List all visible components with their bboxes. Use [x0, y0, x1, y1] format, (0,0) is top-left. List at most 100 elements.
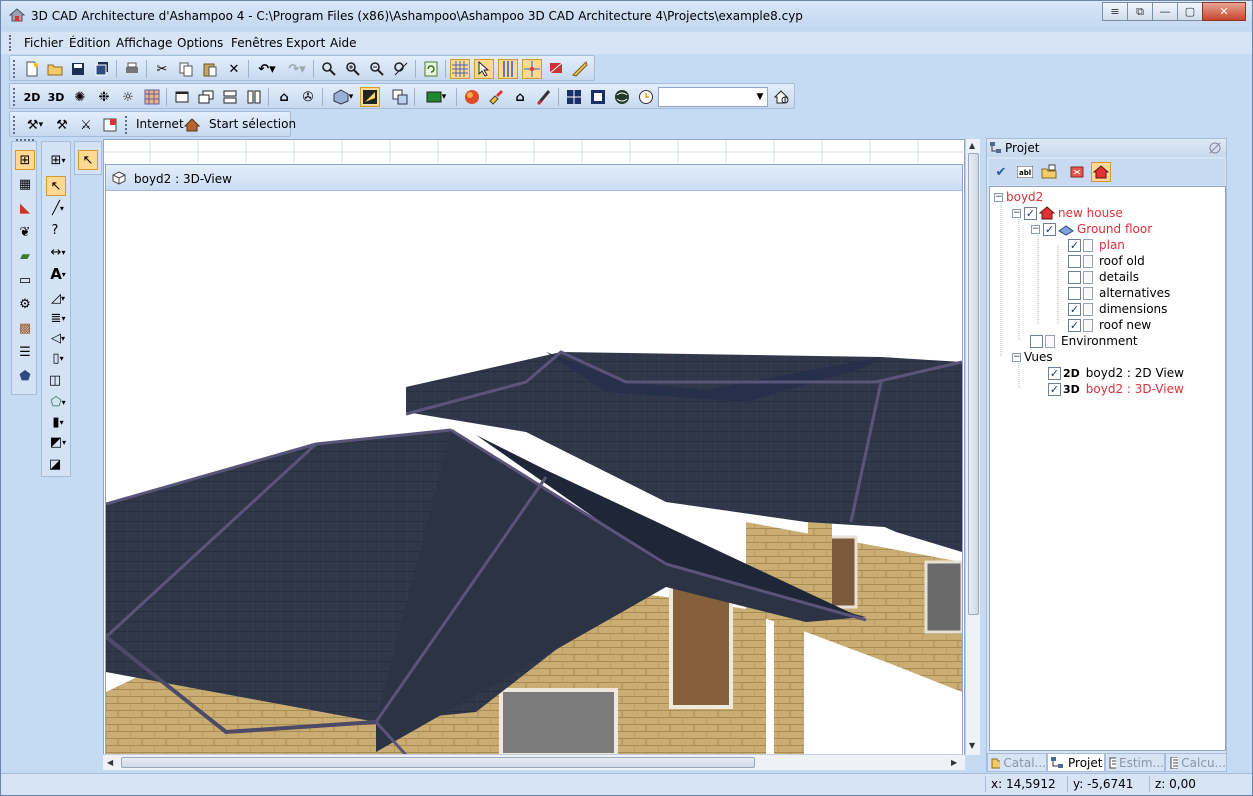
vertical-scroll-thumb[interactable] [968, 153, 979, 615]
menu-options[interactable]: Options [177, 36, 223, 50]
environment-checkbox[interactable] [1030, 334, 1043, 348]
layer-checkbox[interactable]: ✓ [1068, 318, 1081, 332]
cube-view-dropdown[interactable]: ▾ [328, 87, 358, 107]
tree-layer[interactable]: details [1068, 269, 1139, 285]
pointer-icon[interactable]: ↖ [78, 150, 98, 170]
help-caption-button[interactable]: ≡ [1102, 2, 1128, 21]
delete-icon[interactable]: ✕ [224, 59, 244, 79]
menu-export[interactable]: Export [286, 36, 325, 50]
folder-new-icon[interactable] [1039, 162, 1059, 182]
view-2d-button[interactable]: 2D [22, 87, 42, 107]
zoom-icon[interactable] [319, 59, 339, 79]
measure-icon[interactable] [570, 59, 590, 79]
frame-icon[interactable] [588, 87, 608, 107]
menu-affichage[interactable]: Affichage [116, 36, 172, 50]
snap-points-icon[interactable] [522, 59, 542, 79]
cross-section-icon[interactable] [564, 87, 584, 107]
new-file-icon[interactable] [22, 59, 42, 79]
tree-layer[interactable]: alternatives [1068, 285, 1170, 301]
chevron-down-icon[interactable]: ▼ [753, 88, 767, 106]
brick-wall-icon[interactable]: ▦ [15, 174, 35, 194]
material-ball-icon[interactable] [462, 87, 482, 107]
undo-icon[interactable]: ↶▾ [254, 59, 280, 79]
3d-viewport[interactable] [106, 192, 962, 755]
menu-edition[interactable]: Édition [69, 36, 111, 50]
maximize-button[interactable]: ▢ [1177, 2, 1203, 21]
menu-aide[interactable]: Aide [330, 36, 357, 50]
tab-project[interactable]: Projet [1047, 753, 1105, 772]
wall-dropdown[interactable]: ⊞ ▾ [45, 150, 71, 170]
view-3d-caption[interactable]: boyd2 : 3D-View [106, 165, 962, 191]
tab-estimate[interactable]: Estim... [1105, 753, 1165, 772]
layer-checkbox[interactable]: ✓ [1068, 238, 1081, 252]
layer-checkbox[interactable] [1068, 254, 1081, 268]
render-camera-icon[interactable]: ❉ [94, 87, 114, 107]
material-icon[interactable]: ▩ [15, 318, 35, 338]
scroll-right-icon[interactable]: ▶ [951, 758, 957, 767]
light-icon[interactable]: ☼ [118, 87, 138, 107]
line-tool-dropdown[interactable]: ╱ ▾ [45, 198, 71, 218]
door-dropdown[interactable]: ▮ ▾ [45, 412, 71, 432]
tree-icon[interactable]: ❦ [15, 222, 35, 242]
stairs-dropdown[interactable]: ≣ ▾ [45, 308, 71, 328]
collapse-icon[interactable]: − [994, 192, 1003, 202]
corner-icon[interactable]: ◣ [15, 198, 35, 218]
house-checkbox[interactable]: ✓ [1024, 206, 1037, 220]
window-tile-h-icon[interactable] [220, 87, 240, 107]
wall-tool-icon[interactable]: ⊞ [15, 150, 35, 170]
house-search-icon[interactable] [772, 87, 792, 107]
tab-calculation[interactable]: Calcu... [1165, 753, 1227, 772]
layer-checkbox[interactable]: ✓ [1068, 302, 1081, 316]
shield-icon[interactable]: ⬟ [15, 366, 35, 386]
collapse-icon[interactable]: − [1012, 352, 1021, 362]
list-icon[interactable]: ☰ [15, 342, 35, 362]
menu-fenetres[interactable]: Fenêtres [231, 36, 283, 50]
layers-view-icon[interactable] [390, 87, 410, 107]
internet-link[interactable]: Internet [136, 117, 184, 131]
print-icon[interactable] [122, 59, 142, 79]
floor-checkbox[interactable]: ✓ [1043, 222, 1056, 236]
tree-floor[interactable]: − ✓ Ground floor [1031, 221, 1152, 237]
snap-lines-icon[interactable] [498, 59, 518, 79]
house-lock-icon[interactable]: ⌂ [510, 87, 530, 107]
collapse-icon[interactable]: − [1012, 208, 1021, 218]
tree-view-2d[interactable]: ✓ 2D boyd2 : 2D View [1048, 365, 1184, 381]
redo-icon[interactable]: ↷▾ [284, 59, 310, 79]
window-single-icon[interactable] [172, 87, 192, 107]
house-icon[interactable] [182, 115, 202, 135]
beam-dropdown[interactable]: ◁ ▾ [45, 328, 71, 348]
tree-environment[interactable]: Environment [1030, 333, 1138, 349]
start-selection-button[interactable]: Start sélection [209, 117, 296, 131]
scroll-up-icon[interactable]: ▲ [969, 141, 975, 150]
dimension-dropdown[interactable]: ↔ ▾ [45, 242, 71, 262]
hammer-icon[interactable]: ⚒ [52, 115, 72, 135]
tree-layer[interactable]: ✓ dimensions [1068, 301, 1167, 317]
landscape-icon[interactable]: ▰ [15, 246, 35, 266]
restore-child-button[interactable]: ⧉ [1127, 2, 1153, 21]
select-arrow-icon[interactable]: ↖ [46, 176, 66, 196]
globe-icon[interactable] [612, 87, 632, 107]
menu-fichier[interactable]: Fichier [24, 36, 63, 50]
toolbar-grip[interactable] [13, 116, 16, 134]
snap-cursor-icon[interactable] [474, 59, 494, 79]
horizontal-scroll-thumb[interactable] [121, 757, 755, 768]
open-folder-icon[interactable] [45, 59, 65, 79]
close-button[interactable]: ✕ [1202, 2, 1246, 21]
rename-icon[interactable]: abl [1015, 162, 1035, 182]
text-box-icon[interactable]: ▭ [15, 270, 35, 290]
window-cascade-icon[interactable] [196, 87, 216, 107]
zoom-in-icon[interactable] [343, 59, 363, 79]
minimize-button[interactable]: — [1152, 2, 1178, 21]
tree-views[interactable]: − Vues [1012, 349, 1053, 365]
roof-dropdown[interactable]: ◿ ▾ [45, 288, 71, 308]
brush-icon[interactable] [534, 87, 554, 107]
vertical-scrollbar[interactable]: ▲ ▼ [965, 139, 980, 755]
view-3d-checkbox[interactable]: ✓ [1048, 382, 1061, 396]
window-dropdown[interactable]: ⬠ ▾ [45, 392, 71, 412]
ramp-icon[interactable]: ◪ [45, 454, 65, 474]
collapse-icon[interactable]: − [1031, 224, 1040, 234]
tree-layer[interactable]: ✓ roof new [1068, 317, 1151, 333]
save-all-icon[interactable] [92, 59, 112, 79]
gear-icon[interactable]: ⚙ [15, 294, 35, 314]
walk-icon[interactable]: ✺ [70, 87, 90, 107]
